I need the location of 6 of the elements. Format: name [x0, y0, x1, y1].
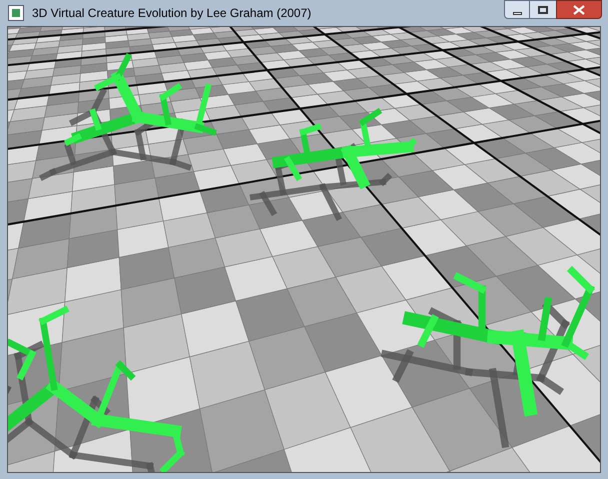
maximize-button[interactable] [530, 0, 556, 19]
close-icon [573, 4, 585, 14]
app-icon [8, 5, 24, 21]
close-button[interactable] [556, 0, 602, 19]
window-title: 3D Virtual Creature Evolution by Lee Graham (2007) [32, 5, 312, 22]
minimize-button[interactable] [504, 0, 530, 19]
